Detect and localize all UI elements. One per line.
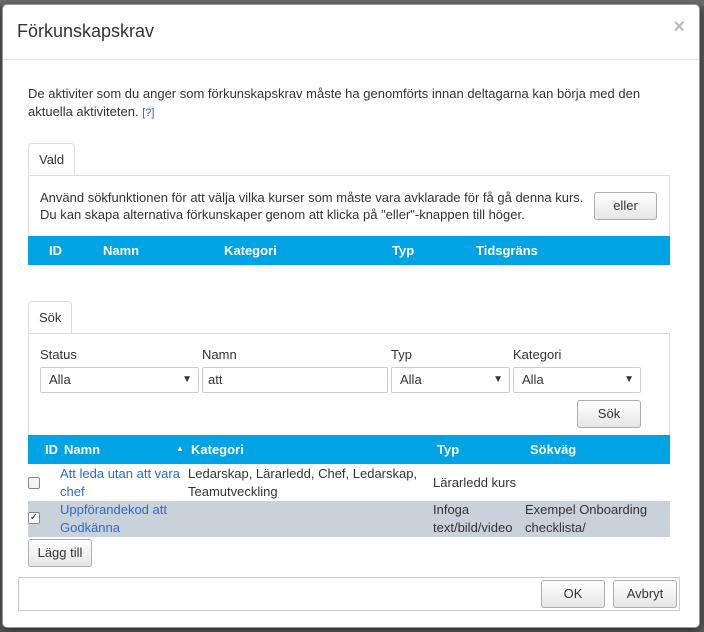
search-panel: Status Alla ▼ Namn att Typ Alla ▼ Katego… <box>28 333 670 436</box>
dialog-header: Förkunskapskrav × <box>3 5 699 60</box>
dialog-title: Förkunskapskrav <box>17 21 155 41</box>
name-label: Namn <box>202 347 237 362</box>
prerequisites-dialog: Förkunskapskrav × De aktiviter som du an… <box>2 4 700 628</box>
row-path-line2: checklista/ <box>525 520 586 535</box>
row-category-line2: Teamutveckling <box>188 484 278 499</box>
category-value: Alla <box>522 372 544 387</box>
tab-search[interactable]: Sök <box>28 301 73 334</box>
search-col-name[interactable]: Namn <box>64 442 100 457</box>
dialog-footer: OK Avbryt <box>18 577 680 611</box>
help-link[interactable]: [?] <box>142 107 154 119</box>
category-select[interactable]: Alla ▼ <box>513 367 641 393</box>
category-label: Kategori <box>513 347 562 362</box>
chevron-down-icon: ▼ <box>624 374 634 385</box>
row-type: Lärarledd kurs <box>433 475 517 490</box>
selected-hint-line2: Du kan skapa alternativa förkunskaper ge… <box>40 207 525 222</box>
close-icon[interactable]: × <box>673 16 685 39</box>
chevron-down-icon: ▼ <box>493 374 503 385</box>
tab-selected[interactable]: Vald <box>28 143 76 176</box>
row-name-line2[interactable]: chef <box>60 483 85 501</box>
selected-col-type[interactable]: Typ <box>392 243 414 258</box>
row-name-line2[interactable]: Godkänna <box>60 519 120 537</box>
table-row-selected: ✓ Uppförandekod att Godkänna Infoga text… <box>28 501 670 537</box>
row-name-line1[interactable]: Uppförandekod att <box>60 501 167 519</box>
selected-col-name[interactable]: Namn <box>103 243 139 258</box>
cancel-button[interactable]: Avbryt <box>613 580 677 608</box>
add-button[interactable]: Lägg till <box>28 539 92 567</box>
row-path-line1: Exempel Onboarding <box>525 502 648 517</box>
table-row: Att leda utan att vara chef Ledarskap, L… <box>28 464 670 501</box>
row-checkbox[interactable] <box>28 477 40 489</box>
status-label: Status <box>40 347 77 362</box>
or-button[interactable]: eller <box>594 192 657 220</box>
row-checkbox-checked[interactable]: ✓ <box>28 512 40 524</box>
intro-text: De aktiviter som du anger som förkunskap… <box>28 85 668 122</box>
search-button[interactable]: Sök <box>577 400 641 428</box>
selected-col-timelimit[interactable]: Tidsgräns <box>476 243 538 258</box>
row-type-line1: Infoga <box>433 502 470 517</box>
search-col-type[interactable]: Typ <box>437 442 459 457</box>
type-value: Alla <box>400 372 422 387</box>
search-col-id[interactable]: ID <box>45 442 58 457</box>
selected-col-category[interactable]: Kategori <box>224 243 277 258</box>
name-input[interactable]: att <box>202 367 388 393</box>
sort-asc-icon: ▲ <box>176 444 184 453</box>
ok-button[interactable]: OK <box>541 580 605 608</box>
row-name-line1[interactable]: Att leda utan att vara <box>60 465 180 483</box>
type-select[interactable]: Alla ▼ <box>391 367 510 393</box>
intro-description: De aktiviter som du anger som förkunskap… <box>28 86 641 119</box>
selected-grid-header: ID Namn Kategori Typ Tidsgräns <box>28 236 670 265</box>
type-label: Typ <box>391 347 412 362</box>
row-type-line2: text/bild/video <box>433 520 513 535</box>
search-col-category[interactable]: Kategori <box>191 442 244 457</box>
selected-col-id[interactable]: ID <box>49 243 62 258</box>
search-grid-header: ID Namn ▲ Kategori Typ Sökväg <box>28 435 670 464</box>
row-category-line1: Ledarskap, Lärarledd, Chef, Ledarskap, <box>188 466 418 481</box>
selected-hint-line1: Använd sökfunktionen för att välja vilka… <box>40 190 584 205</box>
search-col-path[interactable]: Sökväg <box>530 442 576 457</box>
chevron-down-icon: ▼ <box>182 374 192 385</box>
status-value: Alla <box>49 372 71 387</box>
status-select[interactable]: Alla ▼ <box>40 367 199 393</box>
